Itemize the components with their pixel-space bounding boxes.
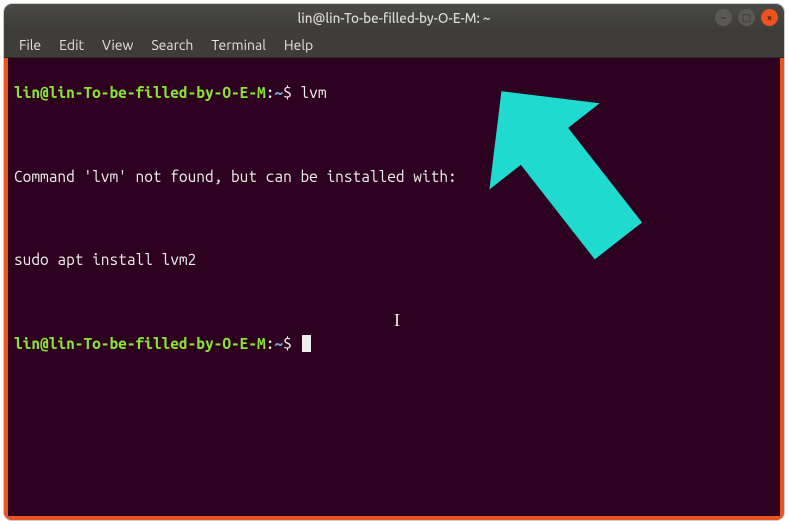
prompt-path: ~	[274, 335, 283, 352]
command-text: lvm	[300, 84, 326, 101]
terminal-line: lin@lin-To-be-filled-by-O-E-M:~$ lvm	[14, 83, 774, 104]
menu-file[interactable]: File	[10, 34, 50, 56]
close-button[interactable]: ×	[761, 9, 778, 26]
terminal-blank-line	[14, 208, 774, 229]
prompt-symbol: $	[283, 84, 292, 101]
terminal-blank-line	[14, 125, 774, 146]
maximize-icon: □	[742, 13, 751, 23]
menu-view[interactable]: View	[93, 34, 142, 56]
terminal-line: lin@lin-To-be-filled-by-O-E-M:~$	[14, 334, 774, 355]
window-controls: – □ ×	[715, 9, 778, 26]
menu-search[interactable]: Search	[142, 34, 202, 56]
minimize-icon: –	[721, 13, 726, 23]
maximize-button[interactable]: □	[738, 9, 755, 26]
terminal-area[interactable]: lin@lin-To-be-filled-by-O-E-M:~$ lvm Com…	[4, 58, 784, 520]
menu-edit[interactable]: Edit	[50, 34, 93, 56]
window-title: lin@lin-To-be-filled-by-O-E-M: ~	[297, 10, 490, 26]
menu-help[interactable]: Help	[275, 34, 322, 56]
titlebar[interactable]: lin@lin-To-be-filled-by-O-E-M: ~ – □ ×	[4, 4, 784, 32]
cursor-block	[302, 335, 311, 352]
prompt-symbol: $	[283, 335, 292, 352]
prompt-user: lin@lin-To-be-filled-by-O-E-M	[14, 84, 266, 101]
terminal-output: Command 'lvm' not found, but can be inst…	[14, 167, 774, 188]
terminal-window: lin@lin-To-be-filled-by-O-E-M: ~ – □ × F…	[4, 4, 784, 520]
menubar: File Edit View Search Terminal Help	[4, 32, 784, 58]
minimize-button[interactable]: –	[715, 9, 732, 26]
close-icon: ×	[767, 13, 773, 23]
menu-terminal[interactable]: Terminal	[202, 34, 275, 56]
prompt-user: lin@lin-To-be-filled-by-O-E-M	[14, 335, 266, 352]
prompt-path: ~	[274, 84, 283, 101]
terminal-output: sudo apt install lvm2	[14, 250, 774, 271]
terminal-blank-line	[14, 292, 774, 313]
